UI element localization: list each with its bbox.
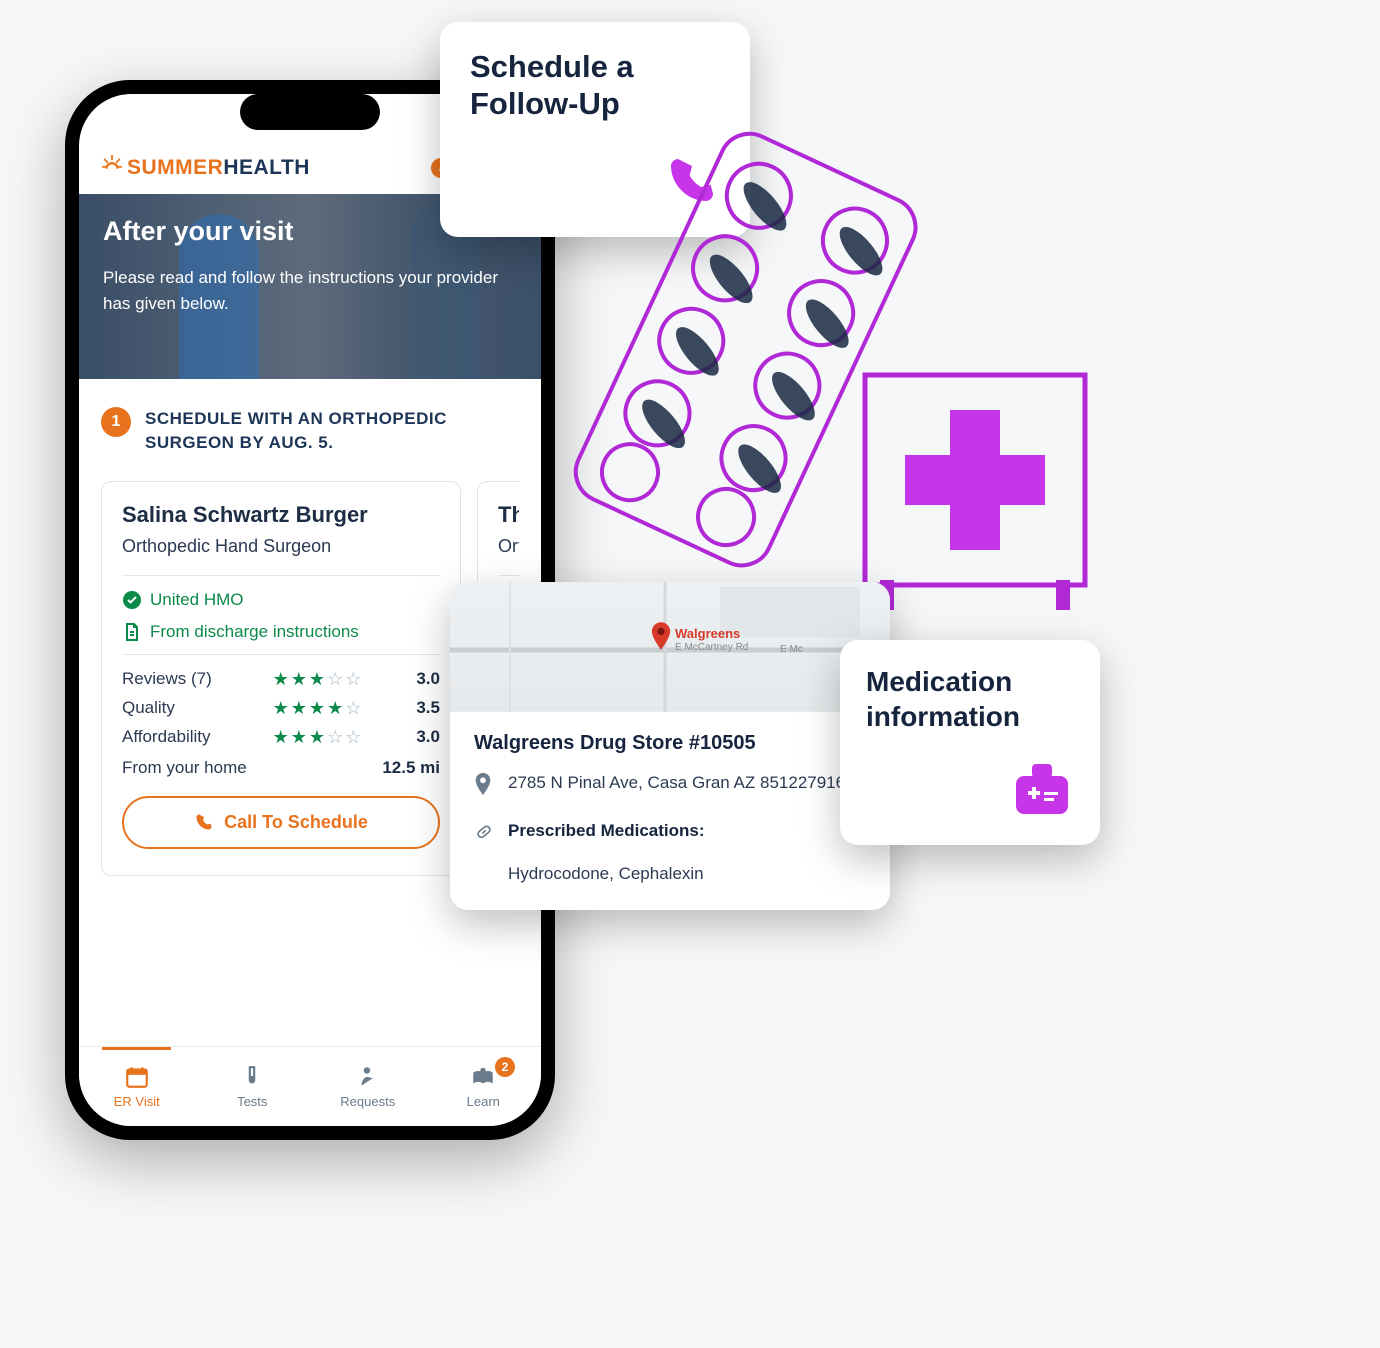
check-circle-icon	[122, 590, 142, 610]
nav-tests[interactable]: Tests	[195, 1047, 311, 1126]
phone-notch	[240, 94, 380, 130]
book-icon	[470, 1064, 496, 1090]
learn-badge: 2	[495, 1057, 515, 1077]
map-street-label: E Mc	[780, 644, 803, 655]
pharmacy-card[interactable]: Walgreens E McCartney Rd E Mc Walgreens …	[450, 582, 890, 910]
step-header: 1 SCHEDULE WITH AN ORTHOPEDIC SURGEON BY…	[101, 407, 519, 455]
pharmacy-map[interactable]: Walgreens E McCartney Rd E Mc	[450, 582, 890, 712]
source-tag: From discharge instructions	[122, 622, 440, 642]
distance-row: From your home 12.5 mi	[122, 758, 440, 778]
stars-affordability: ★★★☆☆	[273, 727, 362, 748]
metric-affordability: Affordability ★★★☆☆ 3.0	[122, 727, 440, 748]
metric-reviews: Reviews (7) ★★★☆☆ 3.0	[122, 669, 440, 690]
medical-bag-icon	[1010, 760, 1074, 818]
medication-list: Hydrocodone, Cephalexin	[508, 864, 866, 884]
map-street-label: E McCartney Rd	[675, 642, 748, 653]
pharmacy-name: Walgreens Drug Store #10505	[474, 732, 866, 755]
pill-icon	[474, 821, 494, 849]
provider-specialty: Orthopedic Hand Surgeon	[122, 536, 440, 557]
stars-reviews: ★★★☆☆	[273, 669, 362, 690]
provider-specialty: Ortho	[498, 536, 519, 557]
medication-info-card[interactable]: Medication information	[840, 640, 1100, 845]
nav-learn[interactable]: Learn 2	[426, 1047, 542, 1126]
hero-title: After your visit	[103, 216, 517, 247]
nav-er-visit[interactable]: ER Visit	[79, 1047, 195, 1126]
rx-label: Prescribed Medications:	[508, 819, 705, 849]
hero-banner: After your visit Please read and follow …	[79, 194, 541, 379]
medinfo-title: Medication information	[866, 664, 1074, 734]
stars-quality: ★★★★☆	[273, 698, 362, 719]
provider-card[interactable]: Salina Schwartz Burger Orthopedic Hand S…	[101, 481, 461, 876]
hand-raised-icon	[355, 1064, 381, 1090]
test-tube-icon	[239, 1064, 265, 1090]
bottom-nav: ER Visit Tests Requests Learn 2	[79, 1046, 541, 1126]
followup-title: Schedule a Follow-Up	[470, 48, 720, 122]
phone-icon	[194, 812, 214, 832]
pill-pack-illustration	[565, 125, 945, 605]
logo-text-health: HEALTH	[223, 156, 310, 179]
map-pin-label: Walgreens	[675, 626, 740, 641]
metric-quality: Quality ★★★★☆ 3.5	[122, 698, 440, 719]
document-icon	[122, 622, 142, 642]
step-instruction: SCHEDULE WITH AN ORTHOPEDIC SURGEON BY A…	[145, 407, 519, 455]
app-logo: SUMMERHEALTH	[101, 154, 310, 182]
pharmacy-address: 2785 N Pinal Ave, Casa Gran AZ 851227916	[508, 771, 845, 803]
provider-name: There	[498, 502, 519, 528]
pharmacy-address-row: 2785 N Pinal Ave, Casa Gran AZ 851227916	[474, 771, 866, 803]
nav-requests[interactable]: Requests	[310, 1047, 426, 1126]
pharmacy-rx-row: Prescribed Medications:	[474, 819, 866, 849]
sun-icon	[101, 154, 123, 182]
insurance-tag: United HMO	[122, 590, 440, 610]
call-to-schedule-button[interactable]: Call To Schedule	[122, 796, 440, 849]
step-number-badge: 1	[101, 407, 131, 437]
location-pin-icon	[474, 773, 494, 803]
logo-text-summer: SUMMER	[127, 156, 223, 179]
map-pin-icon	[650, 622, 672, 657]
calendar-icon	[124, 1064, 150, 1090]
hero-body: Please read and follow the instructions …	[103, 265, 517, 316]
provider-name: Salina Schwartz Burger	[122, 502, 440, 528]
